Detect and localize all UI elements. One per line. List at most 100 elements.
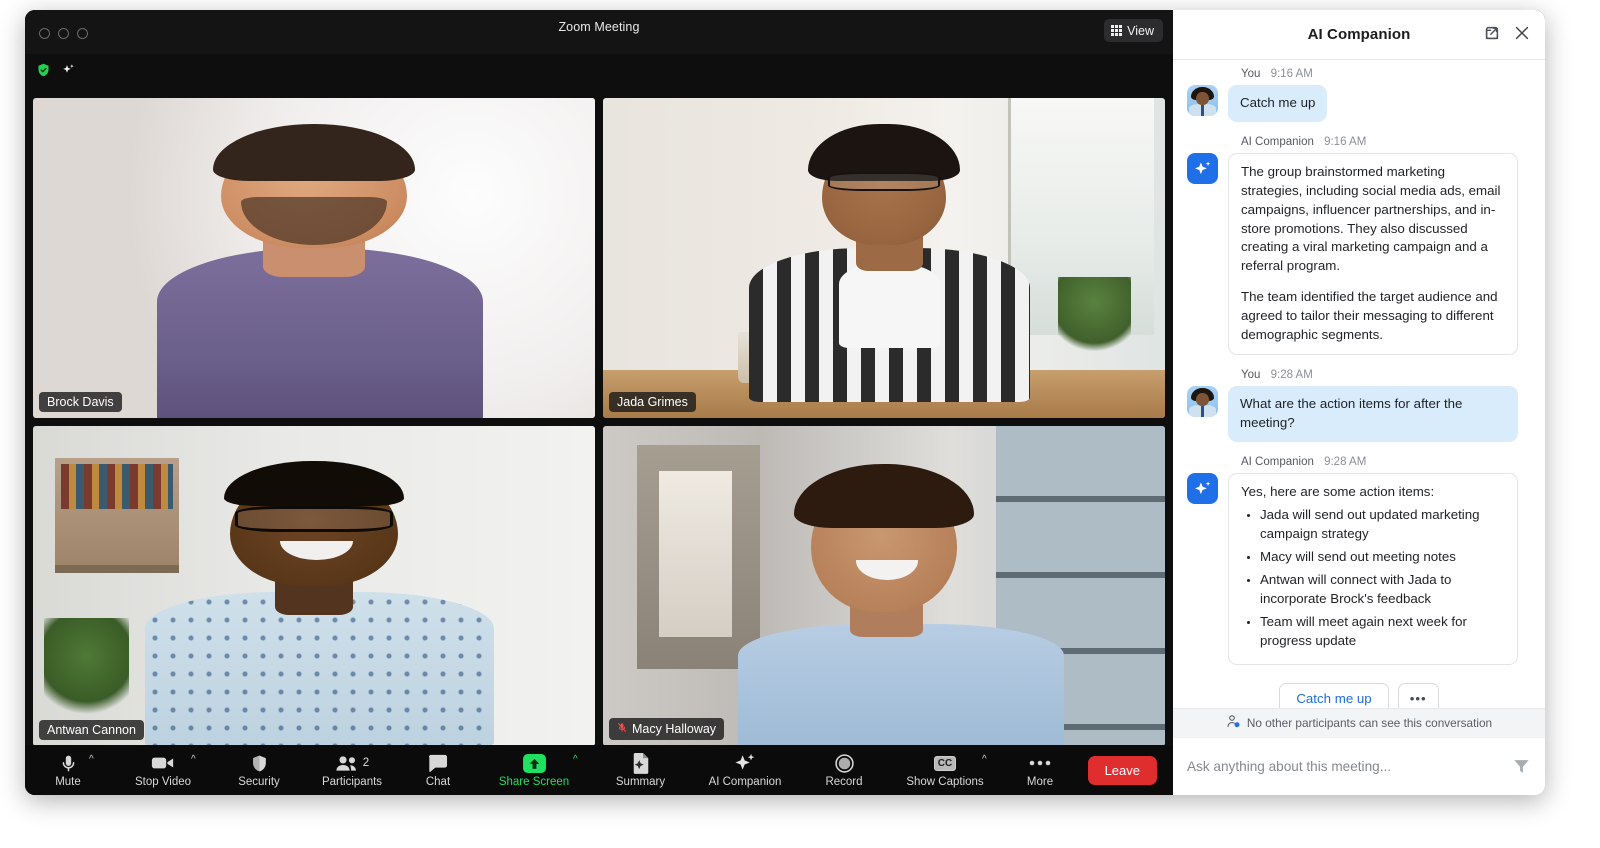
- message-paragraph: The team identified the target audience …: [1241, 289, 1498, 342]
- window-titlebar: Zoom Meeting View: [25, 10, 1173, 54]
- zoom-app-root: Zoom Meeting View Brock Davis Jada Grime…: [0, 0, 1600, 848]
- view-button-label: View: [1127, 23, 1154, 38]
- shield-check-icon[interactable]: [36, 62, 51, 83]
- toolbar-chat-button[interactable]: Chat: [401, 745, 475, 795]
- privacy-notice-text: No other participants can see this conve…: [1246, 716, 1493, 730]
- catch-me-up-button[interactable]: Catch me up: [1279, 682, 1389, 708]
- private-person-icon: [1226, 714, 1241, 732]
- message-meta: You 9:28 AM: [1241, 369, 1531, 381]
- send-icon[interactable]: [1512, 757, 1531, 776]
- chat-message: You 9:16 AM Catch me up: [1187, 68, 1531, 122]
- people-icon: 2: [335, 752, 369, 774]
- message-meta: AI Companion 9:16 AM: [1241, 136, 1531, 148]
- message-bubble: The group brainstormed marketing strateg…: [1228, 152, 1518, 355]
- toolbar-item-label: Show Captions: [906, 776, 984, 788]
- ai-conversation-list[interactable]: You 9:16 AM Catch me up AI Companion 9:1…: [1173, 60, 1545, 708]
- toolbar-show-captions-button[interactable]: CC Show Captions ^: [886, 745, 1004, 795]
- toolbar-security-button[interactable]: Security: [215, 745, 303, 795]
- action-item: Antwan will connect with Jada to incorpo…: [1260, 571, 1505, 609]
- toolbar-item-label: Participants: [321, 776, 383, 788]
- grid-icon: [1111, 25, 1123, 36]
- participant-video-macy-halloway: [603, 426, 1165, 746]
- zoom-meeting-window: Zoom Meeting View Brock Davis Jada Grime…: [25, 10, 1545, 795]
- toolbar-stop-video-button[interactable]: Stop Video ^: [111, 745, 215, 795]
- ai-composer: [1173, 737, 1545, 795]
- toolbar-item-label: Stop Video: [134, 776, 192, 788]
- action-item: Team will meet again next week for progr…: [1260, 613, 1505, 651]
- quick-actions: Catch me up •••: [1187, 679, 1531, 708]
- record-circle-icon: [834, 752, 855, 774]
- toolbar-item-label: Share Screen: [498, 776, 570, 788]
- message-paragraph: The group brainstormed marketing strateg…: [1241, 163, 1501, 274]
- toolbar-participants-button[interactable]: 2 Participants: [303, 745, 401, 795]
- participant-name-label: Jada Grimes: [609, 392, 696, 412]
- sparkle-icon: [733, 752, 757, 774]
- video-tile-jada-grimes[interactable]: Jada Grimes: [603, 98, 1165, 418]
- close-icon[interactable]: [1513, 24, 1531, 47]
- chat-message: AI Companion 9:16 AM The group brainstor…: [1187, 136, 1531, 355]
- privacy-notice: No other participants can see this conve…: [1173, 708, 1545, 737]
- meeting-toolbar: Mute ^ Stop Video ^ Security 2 Participa…: [25, 745, 1173, 795]
- participant-name-text: Jada Grimes: [617, 395, 688, 409]
- share-arrow-up-icon: [522, 752, 547, 774]
- toolbar-summary-button[interactable]: Summary: [593, 745, 688, 795]
- toolbar-item-label: Mute: [55, 776, 81, 788]
- cc-icon: CC: [933, 752, 957, 774]
- participant-video-jada-grimes: [603, 98, 1165, 418]
- message-sender: AI Companion: [1241, 135, 1314, 148]
- message-bubble: Yes, here are some action items: Jada wi…: [1228, 472, 1518, 665]
- message-meta: You 9:16 AM: [1241, 68, 1531, 80]
- mute-options-caret-icon[interactable]: ^: [89, 754, 94, 765]
- video-tile-antwan-cannon[interactable]: Antwan Cannon: [33, 426, 595, 746]
- toolbar-mute-button[interactable]: Mute ^: [25, 745, 111, 795]
- video-tile-macy-halloway[interactable]: Macy Halloway: [603, 426, 1165, 746]
- ai-panel-header: AI Companion: [1173, 10, 1545, 60]
- message-sender: AI Companion: [1241, 455, 1314, 468]
- message-time: 9:28 AM: [1270, 368, 1313, 381]
- participant-name-text: Macy Halloway: [632, 722, 717, 736]
- chat-message: AI Companion 9:28 AM Yes, here are some …: [1187, 456, 1531, 665]
- participant-name-text: Antwan Cannon: [47, 723, 136, 737]
- message-meta: AI Companion 9:28 AM: [1241, 456, 1531, 468]
- toolbar-share-screen-button[interactable]: Share Screen ^: [475, 745, 593, 795]
- ai-avatar: [1187, 472, 1218, 504]
- ai-companion-panel: AI Companion You 9:16 AM Catch me up AI …: [1173, 10, 1545, 795]
- view-button[interactable]: View: [1104, 19, 1163, 42]
- ellipsis-icon: [1028, 752, 1052, 774]
- video-tile-brock-davis[interactable]: Brock Davis: [33, 98, 595, 418]
- window-title: Zoom Meeting: [558, 20, 640, 34]
- participant-name-text: Brock Davis: [47, 395, 114, 409]
- participant-name-label: Macy Halloway: [609, 718, 725, 740]
- ai-avatar: [1187, 152, 1218, 184]
- video-camera-icon: [151, 752, 176, 774]
- action-item: Macy will send out meeting notes: [1260, 548, 1505, 567]
- chat-message: You 9:28 AM What are the action items fo…: [1187, 369, 1531, 442]
- action-items-list: Jada will send out updated marketing cam…: [1241, 506, 1505, 650]
- video-options-caret-icon[interactable]: ^: [191, 754, 196, 765]
- toolbar-more-button[interactable]: More: [1004, 745, 1076, 795]
- toolbar-item-label: More: [1026, 776, 1054, 788]
- toolbar-item-label: Record: [825, 776, 863, 788]
- share-options-caret-icon[interactable]: ^: [573, 754, 578, 765]
- leave-meeting-button[interactable]: Leave: [1087, 755, 1157, 785]
- video-grid: Brock Davis Jada Grimes Antwan Cannon Ma…: [33, 98, 1165, 746]
- toolbar-record-button[interactable]: Record: [802, 745, 886, 795]
- message-bubble: What are the action items for after the …: [1228, 385, 1518, 442]
- toolbar-ai-companion-button[interactable]: AI Companion: [688, 745, 802, 795]
- more-suggestions-button[interactable]: •••: [1397, 682, 1439, 708]
- meeting-status-icons: [36, 62, 76, 83]
- toolbar-item-label: Security: [238, 776, 280, 788]
- toolbar-item-label: Chat: [425, 776, 451, 788]
- document-sparkle-icon: [631, 752, 651, 774]
- meeting-area: Zoom Meeting View Brock Davis Jada Grime…: [25, 10, 1173, 795]
- message-sender: You: [1241, 68, 1261, 80]
- message-bubble: Catch me up: [1228, 85, 1328, 122]
- sparkle-icon[interactable]: [61, 62, 76, 83]
- captions-options-caret-icon[interactable]: ^: [982, 754, 987, 765]
- message-intro: Yes, here are some action items:: [1241, 483, 1435, 499]
- message-time: 9:16 AM: [1270, 68, 1313, 80]
- popout-icon[interactable]: [1483, 24, 1501, 47]
- ask-input[interactable]: [1187, 759, 1512, 774]
- avatar: [1187, 85, 1218, 116]
- shield-icon: [250, 752, 269, 774]
